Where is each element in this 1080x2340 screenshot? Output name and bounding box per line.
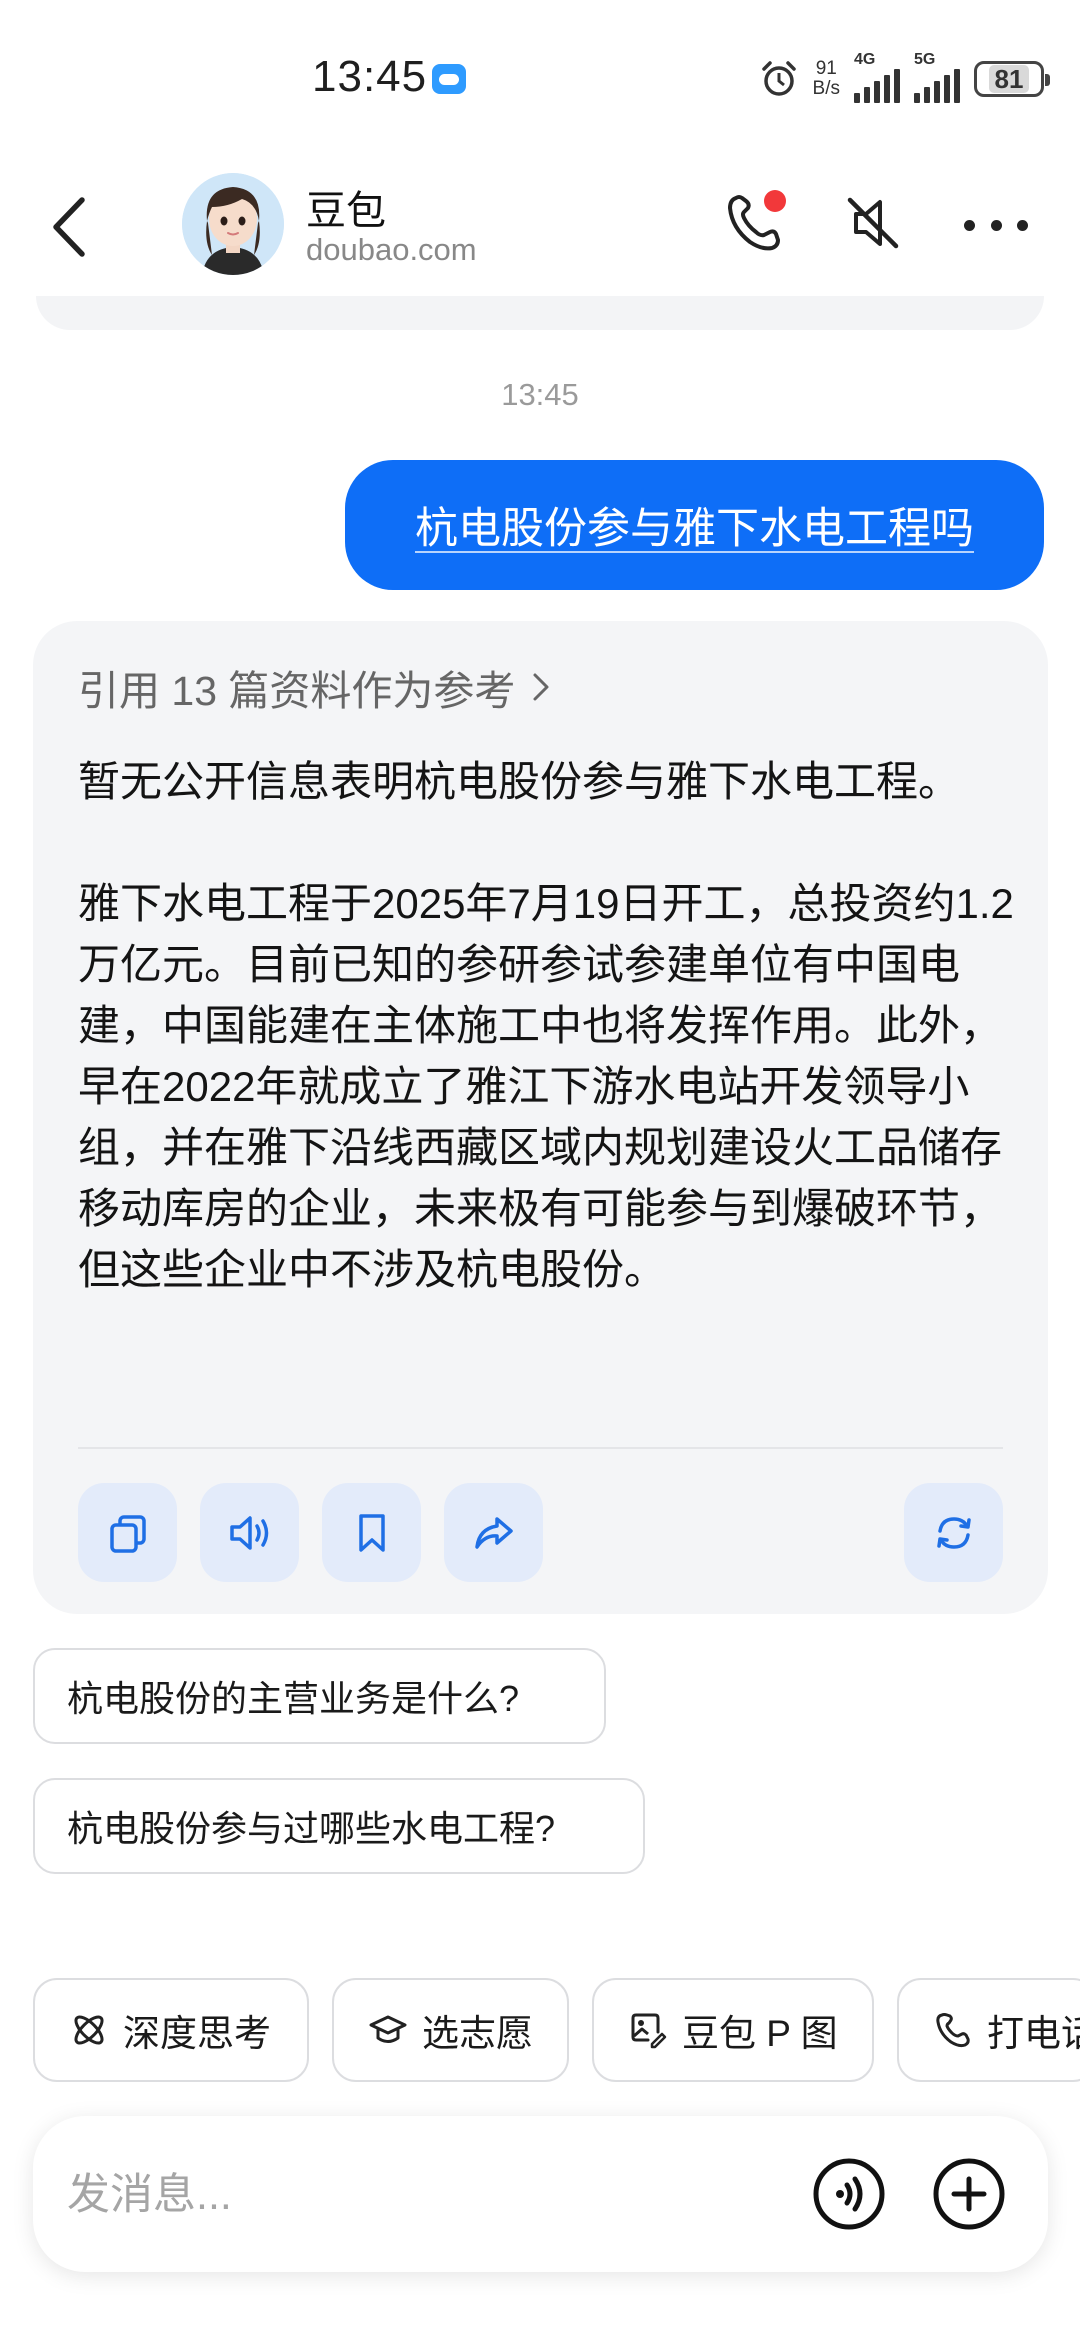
- bot-domain: doubao.com: [306, 232, 477, 267]
- signal-5g-icon: 5G: [914, 51, 960, 103]
- divider: [78, 1447, 1003, 1449]
- phone-icon: [936, 2013, 970, 2048]
- battery-level: 81: [988, 65, 1030, 93]
- read-aloud-button[interactable]: [200, 1483, 299, 1582]
- signal-4g-icon: 4G: [854, 51, 900, 103]
- tool-phone-call[interactable]: 打电话: [897, 1978, 1080, 2082]
- regenerate-button[interactable]: [904, 1483, 1003, 1582]
- bookmark-button[interactable]: [322, 1483, 421, 1582]
- atom-icon: [74, 2015, 104, 2045]
- tool-label: 豆包 P 图: [682, 2013, 838, 2054]
- avatar-image: [182, 173, 284, 275]
- tool-label: 打电话: [987, 2013, 1080, 2054]
- tool-label: 选志愿: [422, 2013, 533, 2054]
- share-arrow-icon: [474, 1516, 513, 1549]
- references-label: 引用 13 篇资料作为参考: [78, 668, 516, 714]
- avatar[interactable]: [182, 173, 284, 275]
- speaker-icon: [229, 1515, 268, 1550]
- net-speed-value: 91: [815, 58, 837, 79]
- chevron-right-icon: [533, 673, 549, 701]
- message-input-bar: [33, 2116, 1048, 2272]
- speaker-mute-button[interactable]: [840, 190, 906, 256]
- copy-icon: [109, 1514, 146, 1553]
- share-button[interactable]: [444, 1483, 543, 1582]
- answer-paragraph: 雅下水电工程于2025年7月19日开工，总投资约1.2万亿元。目前已知的参研参试…: [78, 880, 1014, 1293]
- tool-label: 深度思考: [123, 2013, 271, 2054]
- network-speed: 91 B/s: [813, 59, 840, 99]
- references-link[interactable]: 引用 13 篇资料作为参考: [78, 657, 553, 717]
- answer-text: 暂无公开信息表明杭电股份参与雅下水电工程。 雅下水电工程于2025年7月19日开…: [78, 751, 1018, 1300]
- more-menu-button[interactable]: [964, 200, 1028, 250]
- voice-input-button[interactable]: [811, 2156, 887, 2232]
- tool-photo-edit[interactable]: 豆包 P 图: [592, 1978, 874, 2082]
- image-edit-icon: [631, 2013, 667, 2049]
- bot-name: 豆包: [306, 189, 386, 233]
- sim2-label: 5G: [914, 51, 936, 68]
- answer-paragraph: 暂无公开信息表明杭电股份参与雅下水电工程。: [78, 758, 961, 805]
- refresh-icon: [936, 1516, 971, 1549]
- battery-icon: 81: [974, 61, 1050, 97]
- user-message-text: 杭电股份参与雅下水电工程吗: [415, 505, 974, 553]
- copy-button[interactable]: [78, 1483, 177, 1582]
- status-bar: 13:45 91 B/s 4G 5G 81: [0, 0, 1080, 150]
- back-button[interactable]: [44, 192, 94, 262]
- status-time: 13:45: [312, 52, 428, 101]
- status-icons: 91 B/s 4G 5G 81: [759, 51, 1050, 103]
- graduation-cap-icon: [369, 2015, 407, 2043]
- message-input[interactable]: [67, 2160, 767, 2230]
- cloud-icon: [432, 64, 466, 94]
- tool-deep-thinking[interactable]: 深度思考: [33, 1978, 309, 2082]
- plus-button[interactable]: [931, 2156, 1007, 2232]
- user-message-bubble[interactable]: 杭电股份参与雅下水电工程吗: [345, 460, 1044, 590]
- net-speed-unit: B/s: [812, 78, 840, 99]
- notification-dot: [764, 190, 786, 212]
- message-timestamp: 13:45: [501, 377, 579, 412]
- bookmark-icon: [358, 1513, 385, 1552]
- chat-header: 豆包 doubao.com: [0, 150, 1080, 300]
- alarm-icon: [761, 61, 796, 96]
- answer-card: 引用 13 篇资料作为参考 暂无公开信息表明杭电股份参与雅下水电工程。 雅下水电…: [33, 621, 1048, 1614]
- suggested-question[interactable]: 杭电股份的主营业务是什么?: [33, 1648, 606, 1744]
- suggested-question[interactable]: 杭电股份参与过哪些水电工程?: [33, 1778, 645, 1874]
- previous-message-bubble: [36, 296, 1044, 330]
- tool-choose-major[interactable]: 选志愿: [332, 1978, 569, 2082]
- sim1-label: 4G: [854, 51, 876, 68]
